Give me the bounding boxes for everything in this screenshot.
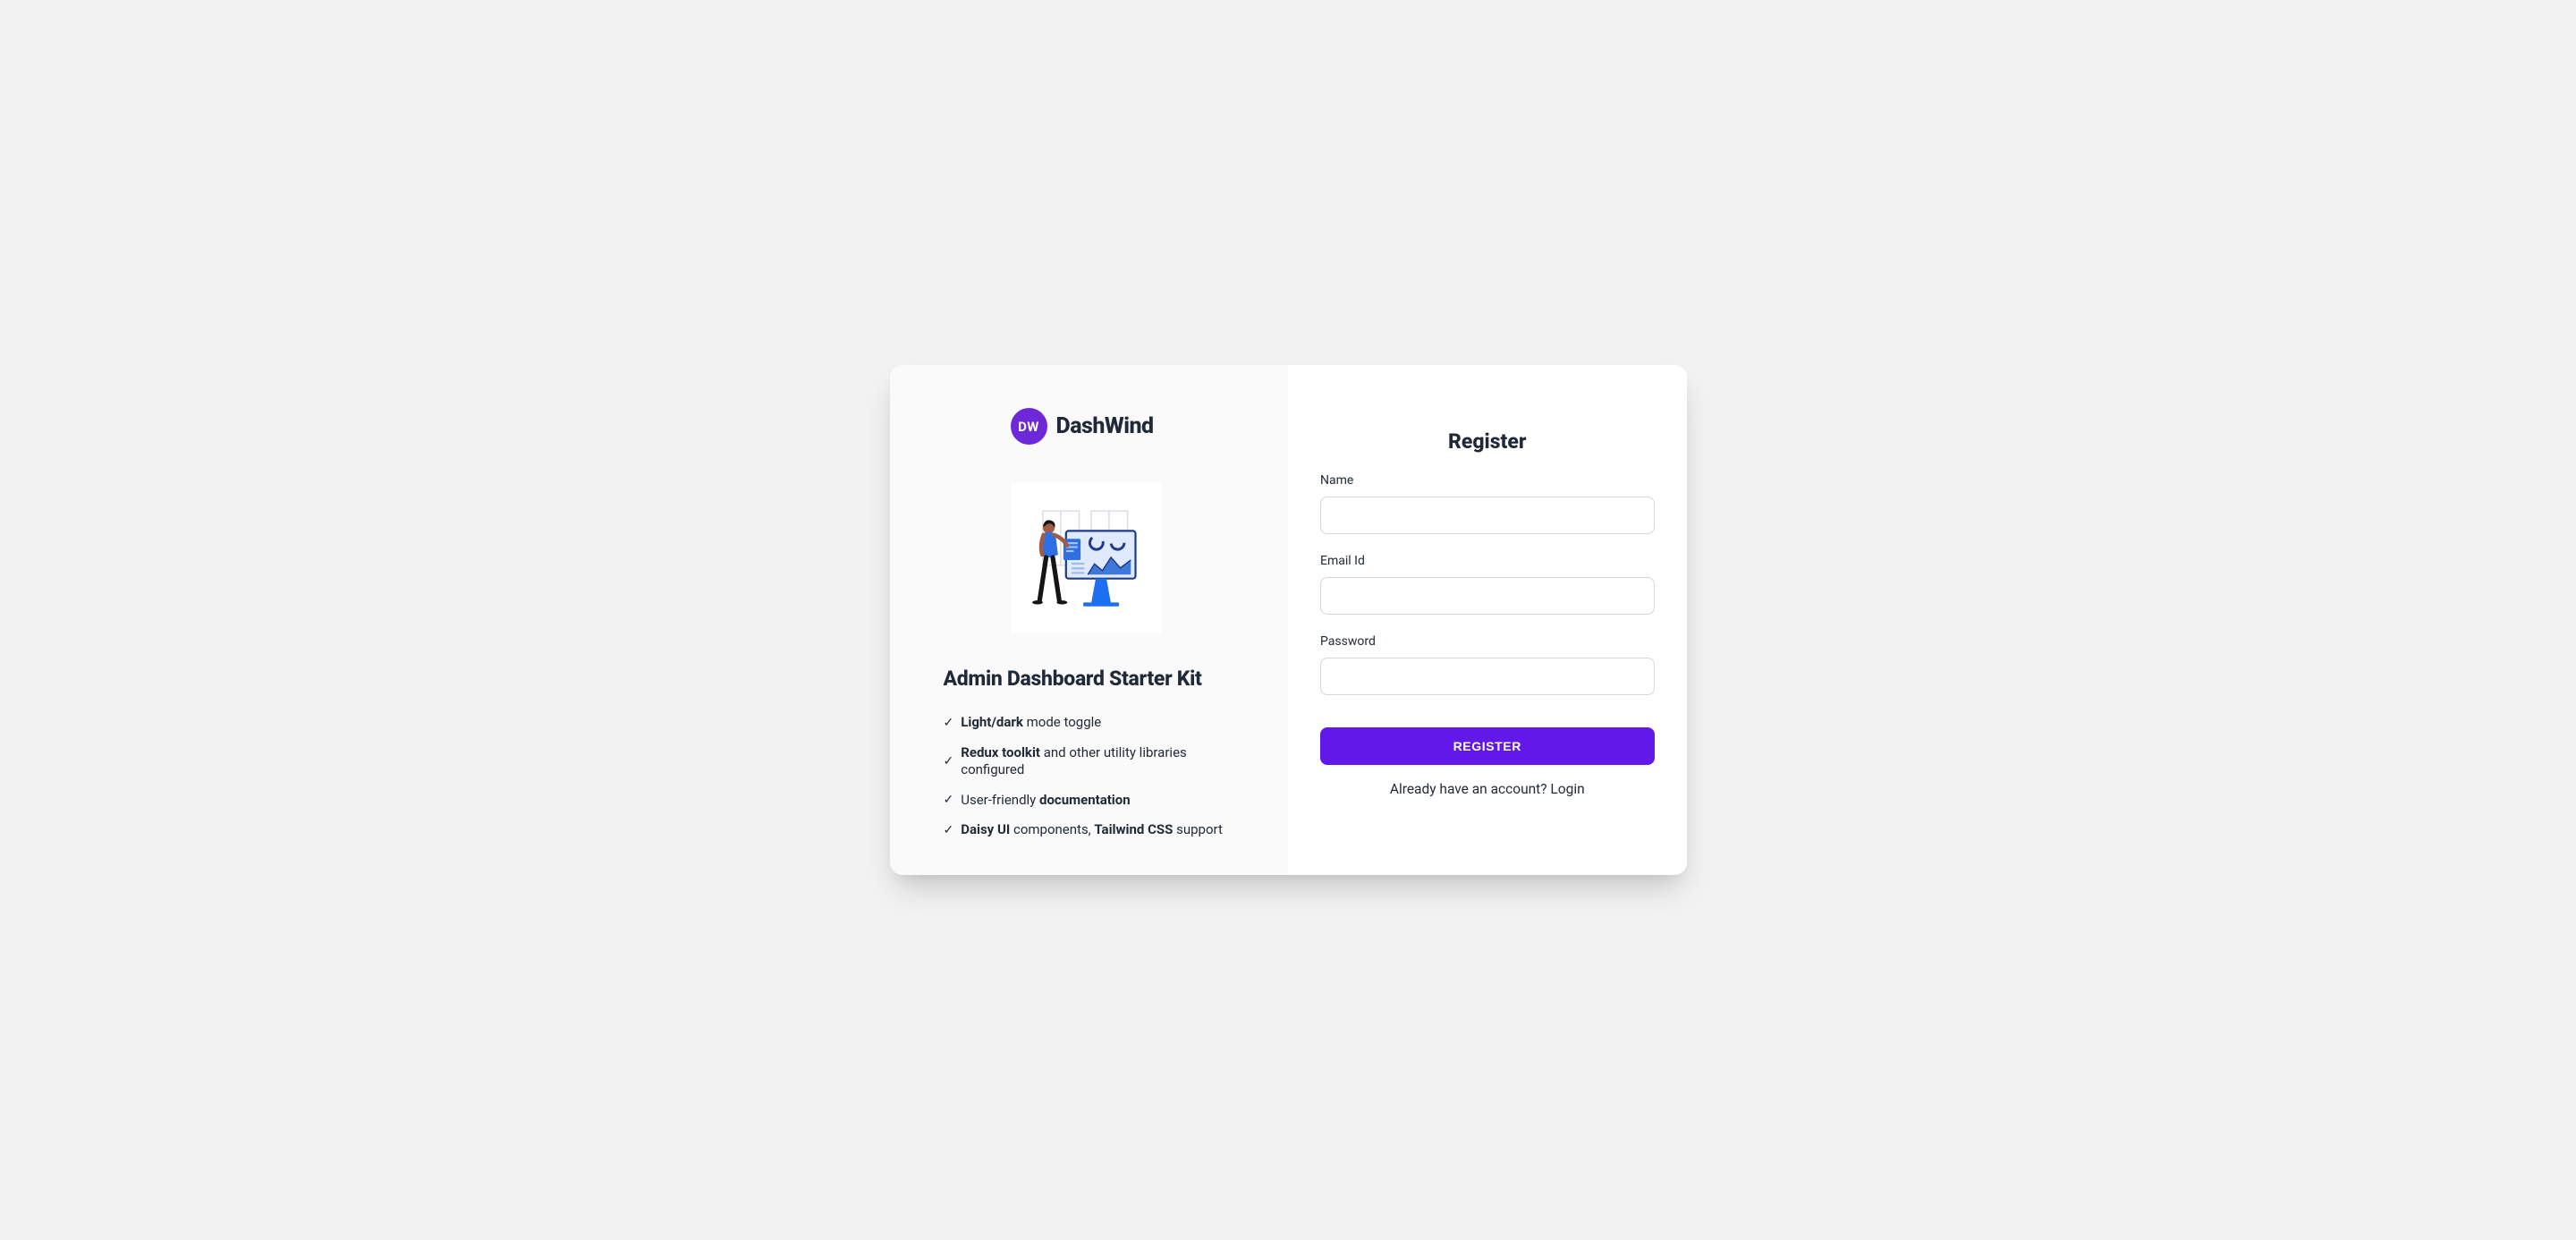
feature-text: Daisy UI components, Tailwind CSS suppor… [961,821,1223,839]
check-icon: ✓ [944,822,954,838]
brand-badge: DW [1011,408,1047,445]
feature-item: ✓ User-friendly documentation [944,792,1235,810]
check-icon: ✓ [944,715,954,731]
password-label: Password [1320,634,1655,649]
brand-logo: DW DashWind [1011,408,1235,445]
feature-item: ✓ Daisy UI components, Tailwind CSS supp… [944,821,1235,839]
brand-name: DashWind [1056,413,1154,439]
intro-headline: Admin Dashboard Starter Kit [944,667,1235,691]
register-button[interactable]: Register [1320,727,1655,765]
intro-panel: DW DashWind [890,365,1289,875]
feature-text: Redux toolkit and other utility librarie… [961,744,1234,779]
name-field-group: Name [1320,473,1655,534]
check-icon: ✓ [944,792,954,808]
register-form-panel: Register Name Email Id Password Register… [1288,365,1687,875]
register-card: DW DashWind [890,365,1687,875]
email-field-group: Email Id [1320,554,1655,615]
form-title: Register [1320,429,1655,454]
email-input[interactable] [1320,577,1655,615]
dashboard-illustration-icon [1020,491,1152,624]
feature-text: User-friendly documentation [961,792,1130,810]
password-input[interactable] [1320,658,1655,695]
feature-item: ✓ Redux toolkit and other utility librar… [944,744,1235,779]
password-field-group: Password [1320,634,1655,695]
feature-text: Light/dark mode toggle [961,714,1101,732]
intro-illustration [1011,482,1161,633]
feature-item: ✓ Light/dark mode toggle [944,714,1235,732]
login-prompt-text: Already have an account? [1390,781,1551,797]
email-label: Email Id [1320,554,1655,568]
feature-list: ✓ Light/dark mode toggle ✓ Redux toolkit… [944,714,1235,839]
name-input[interactable] [1320,497,1655,534]
login-link[interactable]: Login [1550,781,1584,797]
page-container: DW DashWind [0,0,2576,1240]
login-alt-row: Already have an account? Login [1320,781,1655,797]
check-icon: ✓ [944,753,954,769]
name-label: Name [1320,473,1655,488]
